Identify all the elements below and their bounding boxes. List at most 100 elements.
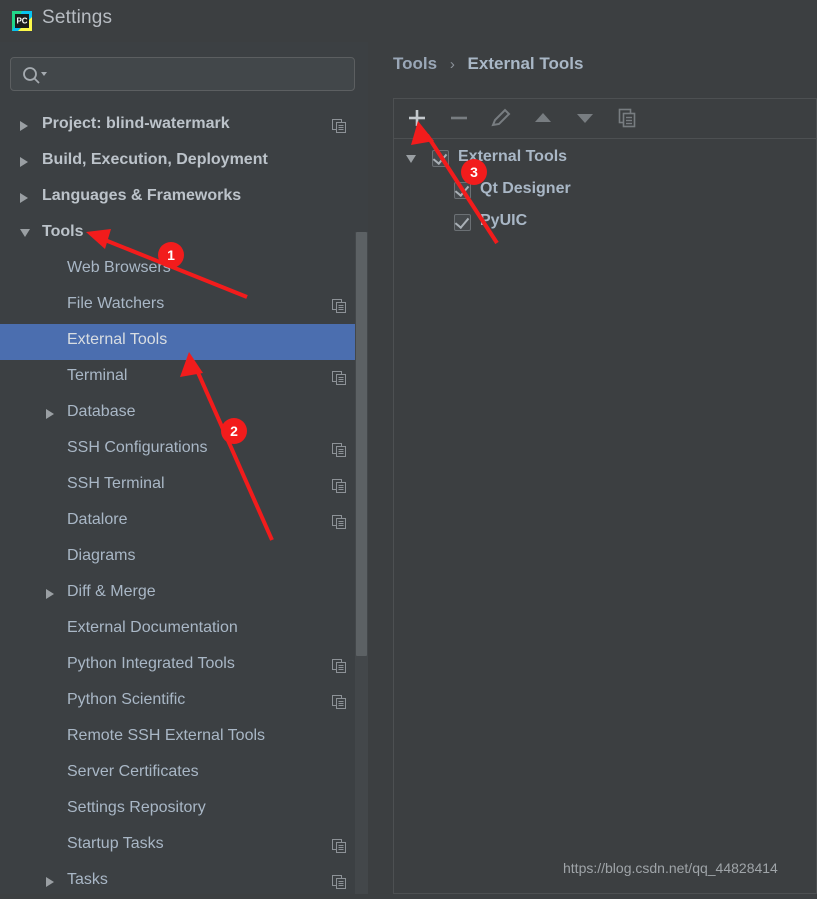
chevron-right-icon[interactable] [46,877,54,887]
sidebar-scrollbar-thumb[interactable] [356,232,367,656]
copy-settings-icon[interactable] [332,875,346,889]
sidebar-item-datalore[interactable]: Datalore [0,504,368,540]
sidebar-item-database[interactable]: Database [0,396,368,432]
arrow-down-icon [574,107,596,134]
breadcrumb: Tools › External Tools [393,54,583,74]
remove-button[interactable] [438,99,480,137]
sidebar-item-label: SSH Terminal [67,475,165,492]
sidebar-item-ssh-terminal[interactable]: SSH Terminal [0,468,368,504]
check-icon [454,181,470,198]
sidebar-item-label: Project: blind-watermark [42,115,230,132]
sidebar-item-label: Web Browsers [67,259,171,276]
tool-node-label: External Tools [458,148,568,165]
search-input[interactable] [53,58,352,92]
sidebar-item-settings-repository[interactable]: Settings Repository [0,792,368,828]
window-title: Settings [42,7,113,28]
sidebar-item-label: Languages & Frameworks [42,187,242,204]
copy-icon [616,107,638,134]
pycharm-icon: PC [10,9,34,33]
sidebar-item-label: File Watchers [67,295,165,312]
settings-category-tree: Project: blind-watermark Build, Execution… [0,108,368,894]
tool-checkbox[interactable] [454,181,471,199]
tool-node-external-tools[interactable]: External Tools [394,143,816,175]
chevron-right-icon[interactable] [20,193,28,203]
sidebar-item-terminal[interactable]: Terminal [0,360,368,396]
chevron-down-icon[interactable] [20,229,30,237]
sidebar-item-label: Diff & Merge [67,583,156,600]
copy-settings-icon[interactable] [332,839,346,853]
search-box[interactable] [10,57,355,92]
external-tools-toolbar [393,98,817,138]
sidebar-item-label: Datalore [67,511,128,528]
tool-checkbox[interactable] [432,149,449,167]
chevron-right-icon[interactable] [46,589,54,599]
check-icon [432,149,448,166]
sidebar-item-label: Tasks [67,871,108,888]
plus-icon [406,107,428,134]
sidebar-item-startup-tasks[interactable]: Startup Tasks [0,828,368,864]
external-tools-tree: External Tools Qt Designer PyUIC [393,138,817,894]
breadcrumb-current: External Tools [467,54,584,73]
chevron-down-icon[interactable] [406,155,416,163]
minus-icon [448,107,470,134]
sidebar-item-web-browsers[interactable]: Web Browsers [0,252,368,288]
sidebar-item-label: Terminal [67,367,128,384]
sidebar-item-label: Diagrams [67,547,136,564]
sidebar-item-label: SSH Configurations [67,439,208,456]
chevron-right-icon[interactable] [20,121,28,131]
copy-settings-icon[interactable] [332,371,346,385]
sidebar-item-label: Tools [42,223,84,240]
move-up-button[interactable] [522,99,564,137]
sidebar-item-external-documentation[interactable]: External Documentation [0,612,368,648]
move-down-button[interactable] [564,99,606,137]
sidebar-item-build-execution-deployment[interactable]: Build, Execution, Deployment [0,144,368,180]
sidebar-item-external-tools[interactable]: External Tools [0,324,368,360]
sidebar-item-remote-ssh-external-tools[interactable]: Remote SSH External Tools [0,720,368,756]
sidebar-item-label: Remote SSH External Tools [67,727,266,744]
pencil-icon [490,107,512,134]
tool-node-label: Qt Designer [480,180,571,197]
add-button[interactable] [396,99,438,137]
copy-settings-icon[interactable] [332,659,346,673]
edit-button[interactable] [480,99,522,137]
copy-settings-icon[interactable] [332,479,346,493]
sidebar-item-languages-frameworks[interactable]: Languages & Frameworks [0,180,368,216]
copy-button[interactable] [606,99,648,137]
copy-settings-icon[interactable] [332,119,346,133]
breadcrumb-parent[interactable]: Tools [393,54,437,73]
sidebar-item-label: Build, Execution, Deployment [42,151,268,168]
sidebar-item-tools[interactable]: Tools [0,216,368,252]
sidebar-item-python-integrated-tools[interactable]: Python Integrated Tools [0,648,368,684]
search-icon[interactable] [21,65,49,85]
copy-settings-icon[interactable] [332,299,346,313]
chevron-right-icon[interactable] [46,409,54,419]
sidebar-item-python-scientific[interactable]: Python Scientific [0,684,368,720]
copy-settings-icon[interactable] [332,443,346,457]
settings-detail-panel: Tools › External Tools External Tools Qt … [368,42,817,894]
sidebar-item-label: Settings Repository [67,799,206,816]
sidebar-item-file-watchers[interactable]: File Watchers [0,288,368,324]
settings-sidebar: Project: blind-watermark Build, Execution… [0,42,368,894]
sidebar-item-label: Startup Tasks [67,835,164,852]
title-bar: PC Settings [0,0,817,42]
sidebar-item-diagrams[interactable]: Diagrams [0,540,368,576]
tool-node-label: PyUIC [480,212,528,229]
sidebar-item-label: External Tools [67,331,168,348]
sidebar-item-server-certificates[interactable]: Server Certificates [0,756,368,792]
tool-checkbox[interactable] [454,213,471,231]
chevron-right-icon[interactable] [20,157,28,167]
tool-node-qt-designer[interactable]: Qt Designer [394,175,816,207]
sidebar-item-ssh-configurations[interactable]: SSH Configurations [0,432,368,468]
copy-settings-icon[interactable] [332,695,346,709]
watermark-text: https://blog.csdn.net/qq_44828414 [563,860,778,876]
sidebar-item-label: External Documentation [67,619,238,636]
tool-node-pyuic[interactable]: PyUIC [394,207,816,239]
copy-settings-icon[interactable] [332,515,346,529]
check-icon [454,213,470,230]
sidebar-item-diff-merge[interactable]: Diff & Merge [0,576,368,612]
svg-text:PC: PC [16,17,27,26]
sidebar-item-project-blind-watermark[interactable]: Project: blind-watermark [0,108,368,144]
sidebar-item-label: Python Integrated Tools [67,655,235,672]
sidebar-item-tasks[interactable]: Tasks [0,864,368,894]
arrow-up-icon [532,107,554,134]
